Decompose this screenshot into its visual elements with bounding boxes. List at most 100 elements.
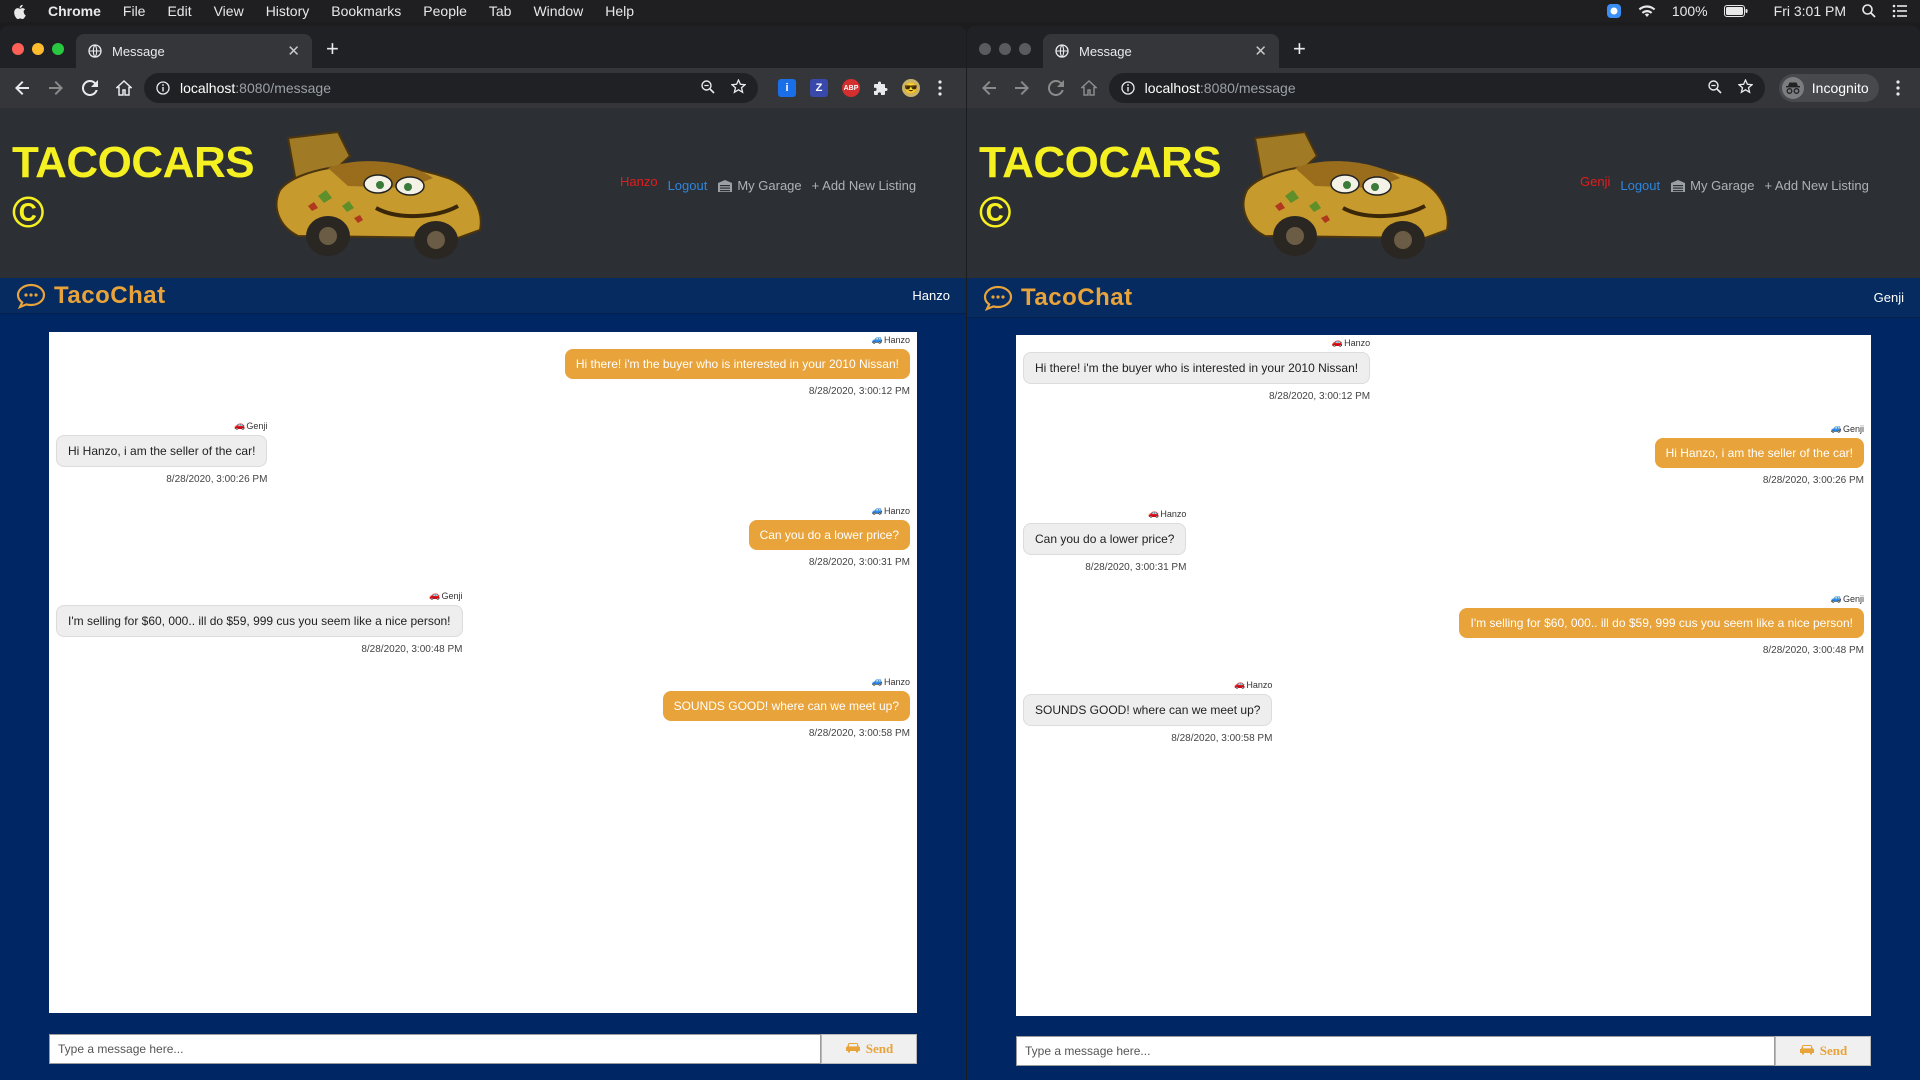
nav-username[interactable]: Genji [1580,174,1610,189]
site-header: TACOCARS © Hanzo Logout My Garage + Add … [0,108,966,278]
menu-file[interactable]: File [123,3,146,19]
reload-icon[interactable] [76,74,104,102]
taxi-icon [845,1041,861,1057]
zoom-icon[interactable] [1708,79,1722,97]
back-icon[interactable] [8,74,36,102]
logout-link[interactable]: Logout [1620,178,1660,193]
profile-avatar[interactable]: 😎 [902,79,920,97]
send-button[interactable]: Send [821,1034,917,1064]
car-icon: 🚙 [1830,593,1842,603]
menu-icon[interactable] [926,74,954,102]
message-input[interactable] [1016,1036,1775,1066]
close-tab-icon[interactable]: ✕ [287,42,300,60]
menu-people[interactable]: People [423,3,467,19]
address-bar[interactable]: localhost:8080/message [1108,73,1765,103]
wifi-icon[interactable] [1638,4,1656,18]
menu-edit[interactable]: Edit [167,3,191,19]
url-host: localhost [1144,80,1200,96]
minimize-window-button[interactable] [999,43,1011,55]
nav-username[interactable]: Hanzo [620,174,658,189]
extensions-icon[interactable] [866,74,894,102]
tab-message[interactable]: Message ✕ [1043,34,1279,68]
apple-icon[interactable] [12,3,26,19]
my-garage-link[interactable]: My Garage [1670,178,1754,193]
incognito-label: Incognito [1811,80,1869,96]
home-icon[interactable] [1075,74,1102,102]
message-timestamp: 8/28/2020, 3:00:48 PM [361,644,463,655]
menu-help[interactable]: Help [605,3,634,19]
forward-icon[interactable] [42,74,70,102]
message-sender: 🚙 Genji [1830,423,1864,434]
close-window-button[interactable] [12,43,24,55]
macos-menubar: Chrome File Edit View History Bookmarks … [0,0,1920,22]
address-bar[interactable]: localhost:8080/message [144,73,758,103]
minimize-window-button[interactable] [32,43,44,55]
new-tab-button[interactable]: + [326,36,339,62]
close-window-button[interactable] [979,43,991,55]
message-list: 🚙 Hanzo Hi there! i'm the buyer who is in… [49,332,917,1013]
chat-message: 🚗 Genji I'm selling for $60, 000.. ill do… [56,590,463,655]
list-icon[interactable] [1892,4,1908,18]
chat-bubble-icon [16,283,46,309]
chat-container: TacoChat Hanzo 🚙 Hanzo Hi there! i'm the … [0,278,966,1080]
add-listing-link[interactable]: + Add New Listing [812,178,916,193]
tab-message[interactable]: Message ✕ [76,34,312,68]
chat-header: TacoChat Genji [967,278,1920,318]
menu-view[interactable]: View [214,3,244,19]
logout-link[interactable]: Logout [668,178,708,193]
my-garage-link[interactable]: My Garage [717,178,802,193]
message-bubble: Hi Hanzo, i am the seller of the car! [1654,438,1864,468]
new-tab-button[interactable]: + [1293,36,1306,62]
1password-extension-icon[interactable]: i [778,79,796,97]
reload-icon[interactable] [1042,74,1069,102]
incognito-badge[interactable]: Incognito [1778,74,1879,102]
brand-copyright: © [979,188,1011,237]
menu-app-chrome[interactable]: Chrome [48,3,101,19]
chat-message: 🚗 Hanzo Hi there! i'm the buyer who is in… [1023,337,1371,402]
my-garage-label: My Garage [1690,178,1755,193]
home-icon[interactable] [110,74,138,102]
star-icon[interactable] [1737,78,1754,97]
zoom-window-button[interactable] [52,43,64,55]
tow-truck-mascot-image [1242,130,1449,259]
chat-message: 🚗 Hanzo SOUNDS GOOD! where can we meet up… [1023,679,1273,744]
message-sender: 🚗 Hanzo [1148,508,1187,519]
globe-icon [1055,44,1069,58]
forward-icon[interactable] [1008,74,1035,102]
info-icon[interactable] [156,81,170,95]
message-bubble: I'm selling for $60, 000.. ill do $59, 9… [56,605,463,637]
chat-header: TacoChat Hanzo [0,278,966,314]
close-tab-icon[interactable]: ✕ [1254,42,1267,60]
adblock-extension-icon[interactable]: ABP [842,79,860,97]
chat-message: 🚙 Genji I'm selling for $60, 000.. ill do… [1459,593,1864,656]
send-button[interactable]: Send [1775,1036,1871,1066]
menu-icon[interactable] [1885,74,1912,102]
battery-icon[interactable] [1723,5,1748,17]
car-icon: 🚙 [871,505,883,515]
menubar-clock[interactable]: Fri 3:01 PM [1774,3,1846,19]
message-bubble: Hi there! i'm the buyer who is intereste… [564,349,910,379]
message-input[interactable] [49,1034,821,1064]
site-brand[interactable]: TACOCARS © [12,138,255,238]
zotero-extension-icon[interactable]: Z [810,79,828,97]
star-icon[interactable] [730,78,747,97]
back-icon[interactable] [975,74,1002,102]
chat-current-user: Genji [1873,290,1904,305]
menu-tab[interactable]: Tab [489,3,512,19]
message-timestamp: 8/28/2020, 3:00:26 PM [1762,475,1864,486]
brand-title: TACOCARS [12,138,255,187]
add-listing-link[interactable]: + Add New Listing [1764,178,1868,193]
menu-window[interactable]: Window [533,3,583,19]
menu-history[interactable]: History [266,3,310,19]
message-bubble: Can you do a lower price? [748,520,910,550]
search-icon[interactable] [1862,4,1876,18]
info-icon[interactable] [1120,81,1135,95]
message-composer: Send [49,1034,917,1064]
brand-title: TACOCARS [979,138,1222,187]
zoom-window-button[interactable] [1019,43,1031,55]
chat-status-icon[interactable] [1606,3,1622,19]
url-path: :8080/message [235,80,331,96]
menu-bookmarks[interactable]: Bookmarks [331,3,401,19]
site-brand[interactable]: TACOCARS © [979,138,1222,238]
zoom-icon[interactable] [701,79,715,97]
